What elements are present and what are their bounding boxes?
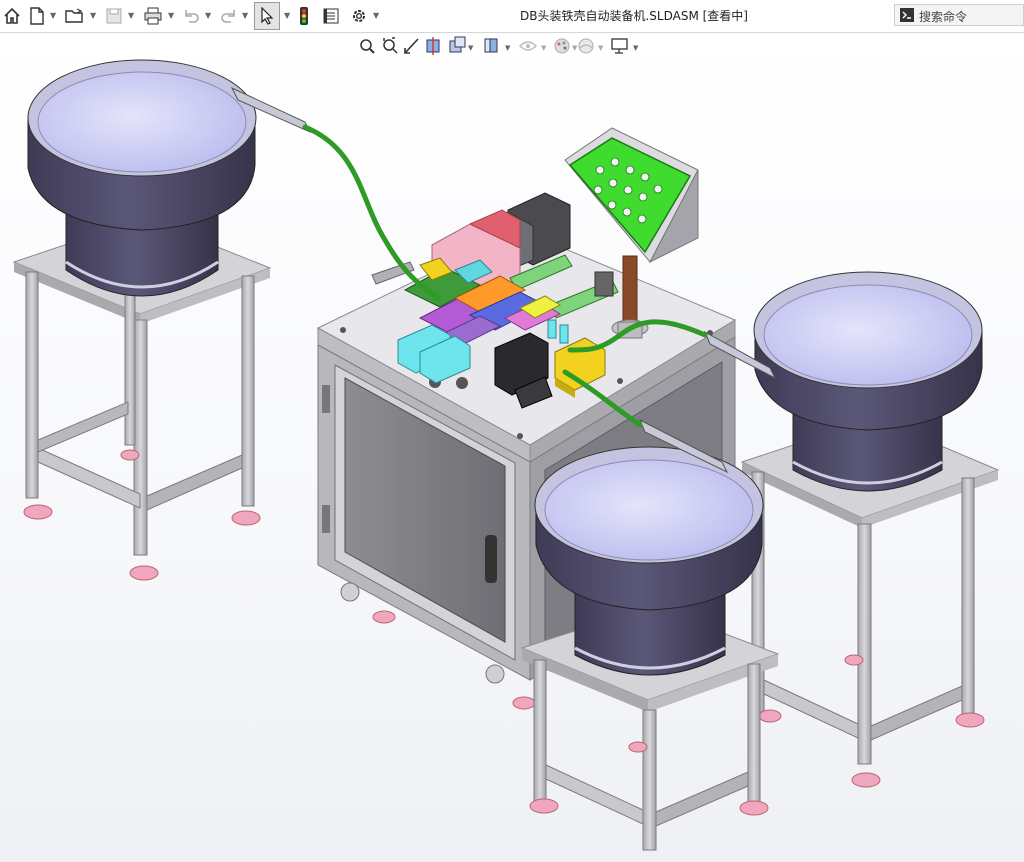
gear-icon[interactable] (348, 3, 370, 29)
window-title: DB头装铁壳自动装备机.SLDASM [查看中] (520, 9, 748, 23)
chevron-down-icon[interactable]: ▼ (373, 11, 379, 20)
svg-text:▼: ▼ (505, 44, 511, 52)
new-document-icon[interactable] (28, 3, 46, 29)
svg-text:▼: ▼ (468, 44, 474, 52)
zoom-area-icon[interactable] (383, 37, 398, 54)
file-properties-icon[interactable] (320, 3, 342, 29)
chevron-down-icon[interactable]: ▼ (242, 11, 248, 20)
chevron-down-icon[interactable]: ▼ (284, 11, 290, 20)
chevron-down-icon[interactable]: ▼ (90, 11, 96, 20)
zoom-to-fit-icon[interactable] (360, 39, 375, 54)
vibratory-bowl-feeder-left[interactable] (12, 59, 312, 581)
hide-show-icon[interactable] (519, 41, 537, 51)
assembly-model[interactable] (0, 33, 1024, 862)
chevron-down-icon[interactable]: ▼ (128, 11, 134, 20)
print-icon[interactable] (142, 3, 164, 29)
traffic-light-icon[interactable] (297, 3, 311, 29)
home-icon[interactable] (2, 3, 22, 29)
chevron-down-icon[interactable]: ▼ (205, 11, 211, 20)
previous-view-icon[interactable] (404, 38, 419, 54)
door-handle (485, 535, 497, 583)
title-bar: ▼ ▼ ▼ ▼ ▼ ▼ ▼ ▼ DB头装铁壳自动装备机.SLDASM [查看中]… (0, 0, 1024, 33)
search-command-field[interactable]: 搜索命令 (894, 4, 1024, 26)
door-hinge (322, 505, 330, 533)
display-style-icon[interactable] (484, 38, 498, 53)
apply-scene-icon[interactable] (578, 38, 594, 54)
save-icon[interactable] (104, 3, 124, 29)
heads-up-view-toolbar: ▼ ▼ ▼ ▼ ▼ ▼ (0, 33, 1024, 59)
chevron-down-icon[interactable]: ▼ (50, 11, 56, 20)
section-view-icon[interactable] (426, 37, 440, 55)
view-orientation-icon[interactable] (449, 36, 466, 53)
graphics-viewport[interactable] (0, 33, 1024, 862)
select-cursor-icon[interactable] (254, 2, 280, 30)
svg-text:▼: ▼ (541, 44, 547, 52)
redo-icon[interactable] (218, 3, 240, 29)
svg-text:▼: ▼ (572, 44, 578, 52)
search-placeholder: 搜索命令 (919, 10, 968, 24)
leveling-foot (512, 696, 536, 710)
view-settings-icon[interactable] (611, 38, 628, 54)
door-hinge (322, 385, 330, 413)
svg-text:▼: ▼ (598, 44, 604, 52)
command-prompt-icon (900, 8, 914, 22)
leveling-foot (372, 610, 396, 624)
undo-icon[interactable] (180, 3, 202, 29)
svg-text:▼: ▼ (633, 44, 639, 52)
open-folder-icon[interactable] (64, 3, 86, 29)
chevron-down-icon[interactable]: ▼ (168, 11, 174, 20)
edit-appearance-icon[interactable] (554, 38, 570, 54)
